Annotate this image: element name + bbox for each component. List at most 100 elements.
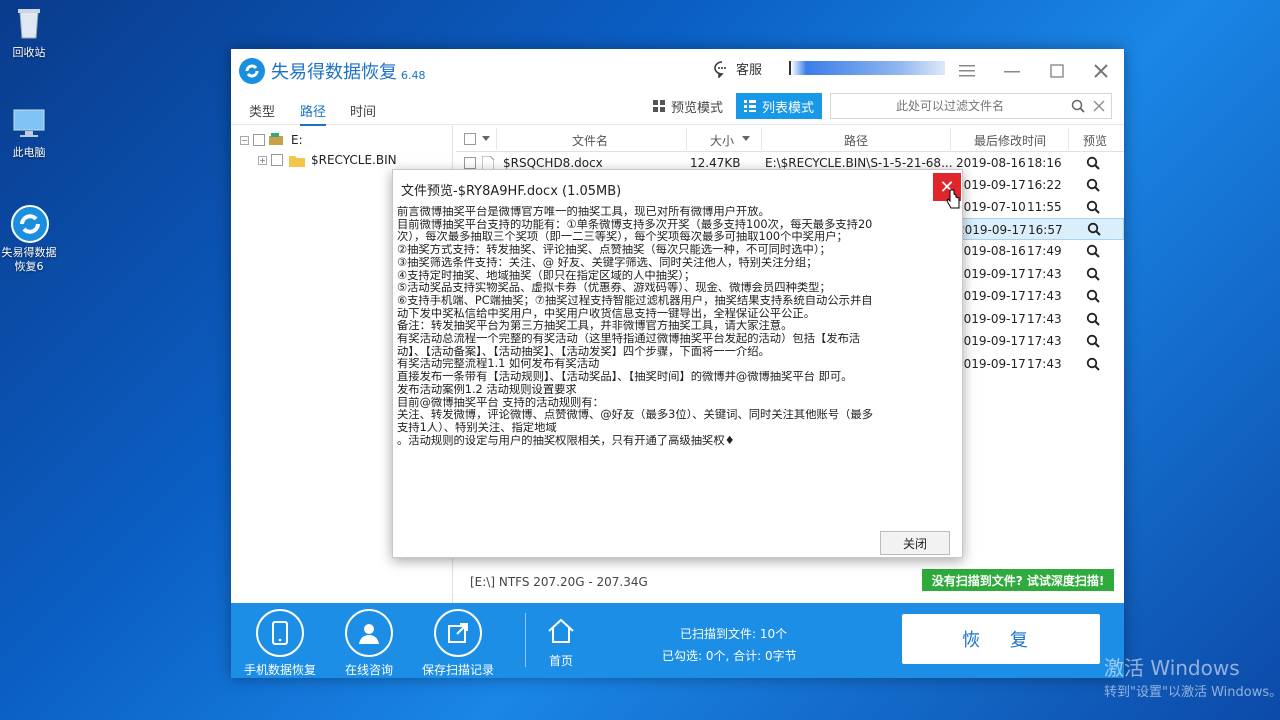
phone-icon bbox=[272, 621, 288, 645]
search-icon[interactable] bbox=[1086, 289, 1100, 303]
list-mode-button[interactable]: 列表模式 bbox=[736, 93, 823, 119]
save-scan-label: 保存扫描记录 bbox=[421, 663, 494, 677]
disk-status: [E:\] NTFS 207.20G - 207.34G bbox=[470, 575, 648, 589]
support-label: 客服 bbox=[736, 63, 763, 78]
select-all-checkbox[interactable] bbox=[464, 133, 476, 145]
search-icon[interactable] bbox=[1086, 312, 1100, 326]
drive-icon bbox=[269, 133, 283, 145]
search-icon[interactable] bbox=[1086, 178, 1100, 192]
search-icon[interactable] bbox=[1087, 222, 1101, 236]
grid-icon bbox=[653, 100, 665, 112]
row-date: 2019-08-16 bbox=[956, 156, 1026, 170]
row-time: 18:16 bbox=[1027, 156, 1062, 170]
online-consult-label: 在线咨询 bbox=[344, 663, 393, 677]
search-icon[interactable] bbox=[1086, 267, 1100, 281]
close-window-button[interactable] bbox=[1089, 59, 1113, 83]
preview-line: ④支持定时抽奖、地域抽奖（即只在指定区域的人中抽奖）； bbox=[397, 269, 696, 282]
app-desktop-shortcut[interactable]: 失易得数据 恢复6 bbox=[0, 204, 58, 274]
menu-button[interactable] bbox=[955, 59, 979, 83]
home-icon bbox=[548, 618, 574, 643]
minimize-button[interactable] bbox=[1000, 59, 1024, 83]
folder-icon bbox=[289, 156, 305, 167]
bottom-bar: 手机数据恢复 在线咨询 保存扫描记录 首页 已扫描到文件: 10个 已勾选: 0… bbox=[231, 603, 1124, 678]
row-time: 17:43 bbox=[1027, 289, 1062, 303]
list-icon bbox=[744, 100, 756, 112]
recycle-bin-desktop-icon[interactable]: 回收站 bbox=[0, 4, 58, 60]
online-consult-button[interactable]: 在线咨询 bbox=[329, 609, 409, 678]
tree-node-recycle[interactable]: + $RECYCLE.BIN bbox=[258, 153, 397, 167]
row-path: E:\$RECYCLE.BIN\S-1-5-21-68... bbox=[765, 156, 953, 170]
app-title: 失易得数据恢复 bbox=[271, 62, 397, 82]
tab-path[interactable]: 路径 bbox=[300, 101, 327, 126]
home-button[interactable]: 首页 bbox=[521, 617, 601, 669]
header-preview: 预览 bbox=[1083, 134, 1108, 148]
preview-line: 发布活动案例1.2 活动规则设置要求 bbox=[397, 383, 577, 396]
row-checkbox[interactable] bbox=[464, 157, 476, 169]
activation-watermark-title: 激活 Windows bbox=[1104, 656, 1240, 680]
tree-node-drive[interactable]: − E: bbox=[240, 133, 303, 147]
preview-line: 动下发中奖私信给中奖用户，中奖用户收货信息支持一键导出，全程保证公平公正。 bbox=[397, 307, 815, 320]
row-date: 2019-07-10 bbox=[956, 200, 1026, 214]
filter-box bbox=[830, 93, 1112, 119]
header-path[interactable]: 路径 bbox=[844, 132, 868, 149]
deep-scan-button[interactable]: 没有扫描到文件? 试试深度扫描! bbox=[922, 569, 1114, 591]
computer-icon bbox=[10, 104, 48, 142]
row-time: 17:43 bbox=[1027, 312, 1062, 326]
this-pc-desktop-icon[interactable]: 此电脑 bbox=[0, 104, 58, 160]
maximize-button[interactable] bbox=[1045, 59, 1069, 83]
save-scan-button[interactable]: 保存扫描记录 bbox=[418, 609, 498, 678]
search-icon[interactable] bbox=[1086, 357, 1100, 371]
filter-input[interactable] bbox=[837, 99, 1063, 113]
row-time: 17:43 bbox=[1027, 334, 1062, 348]
app-shortcut-icon bbox=[10, 204, 49, 243]
recycle-checkbox[interactable] bbox=[271, 154, 283, 166]
this-pc-label: 此电脑 bbox=[12, 146, 46, 159]
export-icon bbox=[448, 623, 468, 643]
row-time: 17:43 bbox=[1027, 357, 1062, 371]
support-button[interactable]: 客服 bbox=[713, 59, 762, 78]
activation-watermark-text: 转到"设置"以激活 Windows。 bbox=[1104, 685, 1280, 700]
header-name[interactable]: 文件名 bbox=[572, 132, 608, 149]
preview-line: 支持1人）、特别关注、指定地域 bbox=[397, 421, 557, 434]
chevron-down-icon[interactable] bbox=[482, 136, 490, 142]
home-label: 首页 bbox=[548, 654, 573, 668]
search-icon[interactable] bbox=[1086, 244, 1100, 258]
tab-type[interactable]: 类型 bbox=[249, 101, 275, 120]
preview-line: 目前微博抽奖平台支持的功能有：①单条微博支持多次开奖（最多支持100次，每天最多… bbox=[397, 218, 873, 231]
dialog-close-text-button[interactable]: 关闭 bbox=[880, 531, 950, 555]
collapse-icon[interactable]: − bbox=[240, 135, 249, 145]
minimize-icon bbox=[1004, 71, 1020, 73]
file-preview-dialog: 文件预览-$RY8A9HF.docx (1.05MB) ✕ 前言微博抽奖平台是微… bbox=[392, 169, 963, 558]
drive-checkbox[interactable] bbox=[253, 134, 265, 146]
row-date: 2019-09-17 bbox=[956, 357, 1026, 371]
phone-recovery-button[interactable]: 手机数据恢复 bbox=[240, 609, 320, 678]
list-mode-label: 列表模式 bbox=[762, 100, 815, 116]
search-icon[interactable] bbox=[1086, 200, 1100, 214]
user-icon bbox=[359, 624, 379, 644]
search-icon[interactable] bbox=[1071, 99, 1085, 113]
recover-button[interactable]: 恢 复 bbox=[902, 614, 1100, 664]
recycle-bin-icon bbox=[10, 4, 48, 42]
search-icon[interactable] bbox=[1086, 334, 1100, 348]
preview-line: 动】、【活动备案】、【活动抽奖】、【活动发奖】四个步骤，下面将一一介绍。 bbox=[397, 345, 770, 358]
row-time: 16:57 bbox=[1028, 223, 1063, 237]
preview-line: ②抽奖方式支持：转发抽奖、评论抽奖、点赞抽奖（每次只能选一种，不可同时选中）； bbox=[397, 244, 831, 257]
row-name: $RSQCHD8.docx bbox=[503, 156, 603, 170]
account-area[interactable] bbox=[789, 61, 945, 75]
sort-desc-icon bbox=[742, 136, 750, 141]
preview-line: 目前@微博抽奖平台 支持的活动规则有： bbox=[397, 396, 604, 409]
header-modified[interactable]: 最后修改时间 bbox=[974, 132, 1046, 149]
chat-icon bbox=[714, 60, 726, 78]
tab-time[interactable]: 时间 bbox=[350, 101, 376, 120]
header-size[interactable]: 大小 bbox=[710, 132, 734, 149]
preview-mode-button[interactable]: 预览模式 bbox=[645, 93, 731, 119]
preview-line: 有奖活动完整流程1.1 如何发布有奖活动 bbox=[397, 358, 600, 371]
preview-line: ⑤活动奖品支持实物奖品、虚拟卡券（优惠券、游戏码等）、现金、微博会员四种类型； bbox=[397, 282, 831, 295]
search-icon[interactable] bbox=[1086, 156, 1100, 170]
row-size: 12.47KB bbox=[690, 156, 741, 170]
expand-icon[interactable]: + bbox=[258, 155, 267, 165]
app-shortcut-label-1: 失易得数据 bbox=[1, 246, 57, 259]
app-version: 6.48 bbox=[401, 68, 426, 82]
clear-icon[interactable] bbox=[1093, 100, 1105, 112]
row-time: 11:55 bbox=[1027, 200, 1062, 214]
